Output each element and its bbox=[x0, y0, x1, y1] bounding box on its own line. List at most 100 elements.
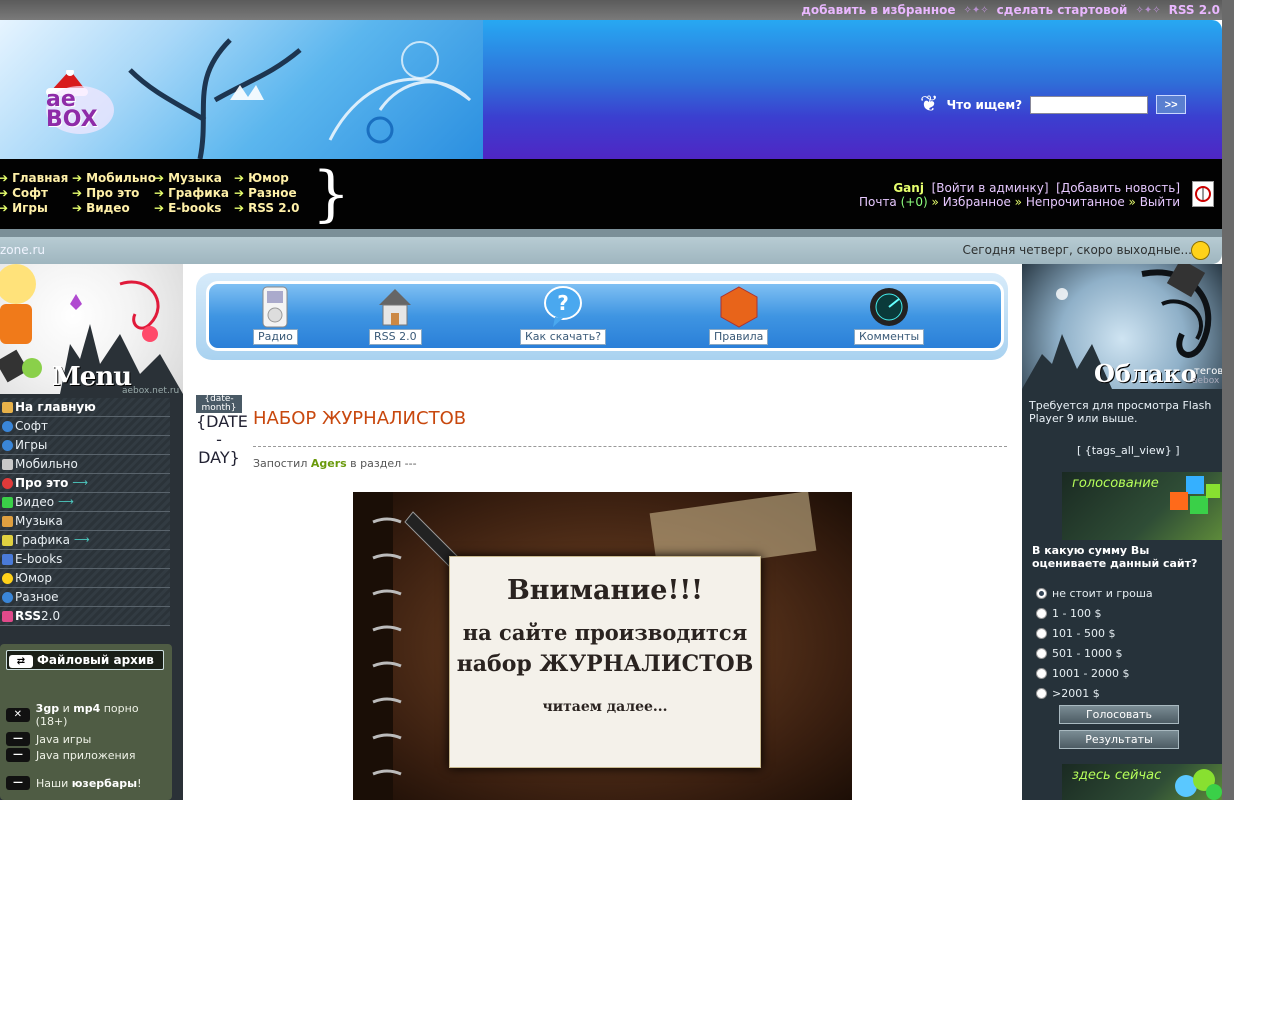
ipod-icon bbox=[262, 286, 288, 328]
nav-item-graphics[interactable]: ➔ Графика bbox=[154, 186, 229, 200]
radio-selected-icon[interactable] bbox=[1036, 588, 1047, 599]
nav-item-humor[interactable]: ➔ Юмор bbox=[234, 171, 299, 185]
poll-header: голосование bbox=[1062, 472, 1222, 540]
vote-button[interactable]: Голосовать bbox=[1059, 705, 1179, 724]
site-logo[interactable]: ae BOX bbox=[40, 68, 120, 138]
nav-item-home[interactable]: ➔ Главная bbox=[0, 171, 68, 185]
poll-option-4[interactable]: 1001 - 2000 $ bbox=[1036, 667, 1129, 680]
make-homepage-link[interactable]: сделать стартовой bbox=[997, 3, 1128, 17]
separator-icon: ✧✦✧ bbox=[963, 4, 989, 16]
sidebar-item-games[interactable]: Игры bbox=[0, 436, 170, 455]
nav-item-mobile[interactable]: ➔ Мобильно bbox=[72, 171, 156, 185]
announcement-note: Внимание!!! на сайте производится набор … bbox=[449, 556, 761, 768]
sidebar-item-graphics[interactable]: Графика ⟶ bbox=[0, 531, 170, 550]
nav-column-4: ➔ Юмор ➔ Разное ➔ RSS 2.0 bbox=[234, 171, 299, 215]
poll-option-3[interactable]: 501 - 1000 $ bbox=[1036, 647, 1122, 660]
nav-item-ebooks[interactable]: ➔ E-books bbox=[154, 201, 229, 215]
nav-item-rss[interactable]: ➔ RSS 2.0 bbox=[234, 201, 299, 215]
info-bar: zone.ru Сегодня четверг, скоро выходные.… bbox=[0, 237, 1222, 264]
sidebar-item-rss[interactable]: RSS 2.0 bbox=[0, 607, 170, 626]
how-to-download-button[interactable]: ? Как скачать? bbox=[520, 285, 607, 345]
arrow-tail-icon: ⟶ bbox=[73, 533, 90, 546]
username[interactable]: Ganj bbox=[893, 181, 924, 195]
sidebar-item-ebooks[interactable]: E-books bbox=[0, 550, 170, 569]
rss-feed-button[interactable]: RSS 2.0 bbox=[369, 285, 422, 345]
sidebar-item-pro-eto[interactable]: Про это ⟶ bbox=[0, 474, 170, 493]
poll-option-0[interactable]: не стоит и гроша bbox=[1036, 587, 1153, 600]
sidebar-item-home[interactable]: На главную bbox=[0, 398, 170, 417]
radio-button[interactable]: Радио bbox=[253, 285, 298, 345]
radio-icon[interactable] bbox=[1036, 668, 1047, 679]
add-news-link[interactable]: [Добавить новость] bbox=[1056, 181, 1180, 195]
nav-item-soft[interactable]: ➔ Софт bbox=[0, 186, 68, 200]
smiley-icon bbox=[2, 572, 13, 584]
post-date: {date-month} {DATE - DAY} bbox=[196, 395, 248, 467]
nav-item-video[interactable]: ➔ Видео bbox=[72, 201, 156, 215]
arrow-icon: ➔ bbox=[72, 171, 83, 185]
radio-icon[interactable] bbox=[1036, 688, 1047, 699]
phone-icon bbox=[2, 458, 13, 470]
mail-link[interactable]: Почта bbox=[859, 195, 897, 209]
radar-icon bbox=[870, 288, 909, 326]
brush-icon bbox=[2, 534, 13, 546]
icon-bar: Радио RSS 2.0 ? Как скачать? Правила Ком… bbox=[196, 273, 1008, 360]
comments-button[interactable]: Комменты bbox=[854, 285, 925, 345]
archive-row-userbars[interactable]: — Наши юзербары! bbox=[6, 776, 142, 790]
radio-icon[interactable] bbox=[1036, 628, 1047, 639]
arrow-icon: ➔ bbox=[0, 186, 9, 200]
heart-icon bbox=[2, 477, 13, 489]
main-nav: ➔ Главная ➔ Софт ➔ Игры ➔ Мобильно ➔ Про это … bbox=[0, 159, 1222, 229]
rules-button[interactable]: Правила bbox=[709, 285, 769, 345]
post-image[interactable]: Внимание!!! на сайте производится набор … bbox=[353, 492, 852, 800]
left-sidebar: Menu aebox.net.ru На главную Софт Игры М… bbox=[0, 264, 183, 800]
sidebar-item-soft[interactable]: Софт bbox=[0, 417, 170, 436]
sidebar-item-mobile[interactable]: Мобильно bbox=[0, 455, 170, 474]
logout-link[interactable]: Выйти bbox=[1140, 195, 1180, 209]
radio-icon[interactable] bbox=[1036, 648, 1047, 659]
sidebar-item-music[interactable]: Музыка bbox=[0, 512, 170, 531]
day-message: Сегодня четверг, скоро выходные... bbox=[962, 243, 1192, 257]
nav-column-1: ➔ Главная ➔ Софт ➔ Игры bbox=[0, 171, 68, 215]
add-favorite-link[interactable]: добавить в избранное bbox=[801, 3, 955, 17]
archive-row-java-apps[interactable]: — Java приложения bbox=[6, 748, 135, 762]
nav-item-misc[interactable]: ➔ Разное bbox=[234, 186, 299, 200]
search-input[interactable] bbox=[1030, 95, 1149, 114]
tags-all-link[interactable]: [ {tags_all_view} ] bbox=[1077, 444, 1180, 457]
x-icon: ✕ bbox=[6, 708, 30, 722]
archive-title[interactable]: ⇄ Файловый архив bbox=[6, 650, 164, 670]
date-day: {DATE - DAY} bbox=[196, 412, 248, 467]
play-icon bbox=[2, 496, 13, 508]
arrow-icon: ➔ bbox=[234, 171, 245, 185]
results-button[interactable]: Результаты bbox=[1059, 730, 1179, 749]
arrow-icon: ➔ bbox=[0, 201, 9, 215]
arrow-icon: ➔ bbox=[154, 171, 165, 185]
post-title[interactable]: НАБОР ЖУРНАЛИСТОВ bbox=[253, 408, 466, 429]
avatar[interactable] bbox=[1192, 181, 1214, 207]
archive-row-porn[interactable]: ✕ 3gp и mp4 порно (18+) bbox=[6, 702, 172, 728]
sidebar-item-misc[interactable]: Разное bbox=[0, 588, 170, 607]
poll-option-1[interactable]: 1 - 100 $ bbox=[1036, 607, 1101, 620]
nav-item-pro-eto[interactable]: ➔ Про это bbox=[72, 186, 156, 200]
rss-link[interactable]: RSS 2.0 bbox=[1169, 3, 1220, 17]
arrow-tail-icon: ⟶ bbox=[72, 476, 89, 489]
house-icon bbox=[379, 289, 412, 326]
radio-icon[interactable] bbox=[1036, 608, 1047, 619]
poll-option-5[interactable]: >2001 $ bbox=[1036, 687, 1100, 700]
nav-item-games[interactable]: ➔ Игры bbox=[0, 201, 68, 215]
poll-option-2[interactable]: 101 - 500 $ bbox=[1036, 627, 1115, 640]
search-submit-button[interactable]: >> bbox=[1156, 95, 1187, 114]
unread-link[interactable]: Непрочитанное bbox=[1026, 195, 1125, 209]
post-meta: Запостил Agers в раздел --- bbox=[253, 457, 417, 470]
favorites-link[interactable]: Избранное bbox=[943, 195, 1011, 209]
nav-column-2: ➔ Мобильно ➔ Про это ➔ Видео bbox=[72, 171, 156, 215]
flash-notice: Требуется для просмотра Flash Player 9 и… bbox=[1029, 399, 1212, 425]
admin-login-link[interactable]: [Войти в админку] bbox=[932, 181, 1049, 195]
nav-item-music[interactable]: ➔ Музыка bbox=[154, 171, 229, 185]
chevron-icon: » bbox=[1128, 195, 1136, 209]
sidebar-item-video[interactable]: Видео ⟶ bbox=[0, 493, 170, 512]
home-icon bbox=[2, 401, 13, 413]
sidebar-item-humor[interactable]: Юмор bbox=[0, 569, 170, 588]
author-link[interactable]: Agers bbox=[311, 457, 347, 470]
archive-row-java-games[interactable]: — Java игры bbox=[6, 732, 91, 746]
minus-icon: — bbox=[6, 732, 30, 746]
